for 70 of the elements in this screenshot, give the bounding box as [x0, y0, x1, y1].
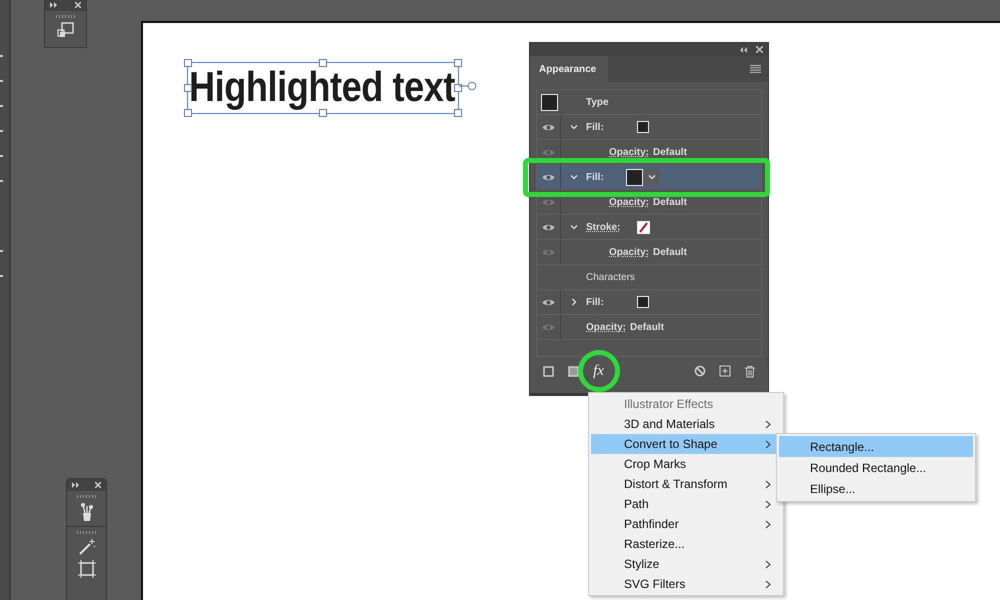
resize-handle[interactable] [454, 109, 462, 117]
clear-appearance-icon[interactable] [694, 365, 706, 377]
resize-handle[interactable] [184, 109, 192, 117]
opacity-label[interactable]: Opacity: [609, 196, 650, 208]
symbol-sprayer-icon[interactable] [78, 502, 94, 522]
opacity-value: Default [630, 322, 664, 332]
fill-swatch[interactable] [637, 121, 649, 133]
attribute-row[interactable]: Fill: [537, 165, 761, 190]
collapse-chevron-icon[interactable] [570, 123, 578, 131]
close-icon[interactable] [756, 46, 763, 53]
resize-handle[interactable] [184, 59, 192, 67]
panel-tab[interactable]: Appearance [530, 56, 608, 82]
fill-swatch[interactable] [540, 94, 558, 110]
resize-handle[interactable] [454, 84, 462, 92]
collapse-icon[interactable] [740, 46, 748, 52]
close-icon[interactable] [75, 2, 81, 8]
attribute-row[interactable]: Fill: [537, 115, 761, 140]
menu-item[interactable]: Rounded Rectangle... [779, 457, 973, 478]
section-title: Type [586, 96, 609, 108]
fill-swatch[interactable] [626, 168, 643, 186]
effects-button[interactable]: fx [591, 362, 606, 380]
collapse-chevron-icon[interactable] [648, 173, 656, 181]
visibility-eye-icon[interactable] [542, 122, 555, 132]
close-icon[interactable] [95, 482, 101, 488]
expand-icon[interactable] [72, 482, 80, 488]
add-fill-icon[interactable] [568, 366, 579, 376]
opacity-value: Default [653, 246, 687, 258]
fill-label: Fill: [586, 122, 605, 132]
attribute-row[interactable]: Stroke: [537, 215, 761, 240]
resize-handle[interactable] [184, 84, 192, 92]
menu-item[interactable]: Rectangle... [779, 436, 973, 457]
dropdown-button[interactable] [644, 168, 659, 186]
fill-label: Fill: [586, 172, 605, 182]
visibility-eye-icon[interactable] [542, 222, 555, 232]
expand-chevron-icon[interactable] [570, 298, 578, 306]
menu-item[interactable]: Pathfinder [591, 514, 781, 534]
collapse-chevron-icon[interactable] [570, 223, 578, 231]
opacity-label[interactable]: Opacity: [609, 146, 650, 158]
add-stroke-icon[interactable] [543, 366, 554, 376]
visibility-eye-icon[interactable] [542, 298, 555, 306]
menu-icon[interactable] [750, 65, 761, 73]
duplicate-icon[interactable] [718, 365, 730, 377]
menu-item[interactable]: Path [591, 494, 781, 514]
opacity-value: Default [653, 196, 687, 208]
no-stroke-swatch[interactable] [637, 220, 650, 234]
magic-wand-icon[interactable] [78, 538, 96, 556]
fill-swatch[interactable] [637, 296, 649, 308]
menu-item[interactable]: Stylize [591, 554, 781, 574]
opacity-label[interactable]: Opacity: [586, 322, 626, 332]
opacity-value: Default [653, 146, 687, 158]
opacity-label[interactable]: Opacity: [609, 246, 650, 258]
collapse-chevron-icon[interactable] [570, 173, 578, 181]
expand-icon[interactable] [50, 2, 58, 8]
menu-item: Illustrator Effects [623, 396, 714, 413]
artboard-tool-icon[interactable] [78, 560, 96, 578]
rotate-handle-icon[interactable] [459, 81, 477, 91]
fill-label: Fill: [586, 296, 605, 308]
resize-handle[interactable] [319, 59, 327, 67]
section-title: Characters [586, 272, 635, 282]
menu-item[interactable]: 3D and Materials [591, 414, 781, 434]
resize-handle[interactable] [319, 109, 327, 117]
menu-item[interactable]: Rasterize... [591, 534, 781, 554]
stroke-label[interactable]: Stroke: [586, 222, 637, 232]
visibility-eye-icon[interactable] [542, 172, 555, 182]
menu-item[interactable]: Ellipse... [779, 478, 973, 499]
attribute-row[interactable]: Fill: [537, 290, 761, 315]
menu-item[interactable]: SVG Filters [591, 574, 781, 594]
resize-handle[interactable] [454, 59, 462, 67]
trash-icon[interactable] [744, 364, 756, 378]
arrange-icon[interactable] [56, 22, 74, 38]
